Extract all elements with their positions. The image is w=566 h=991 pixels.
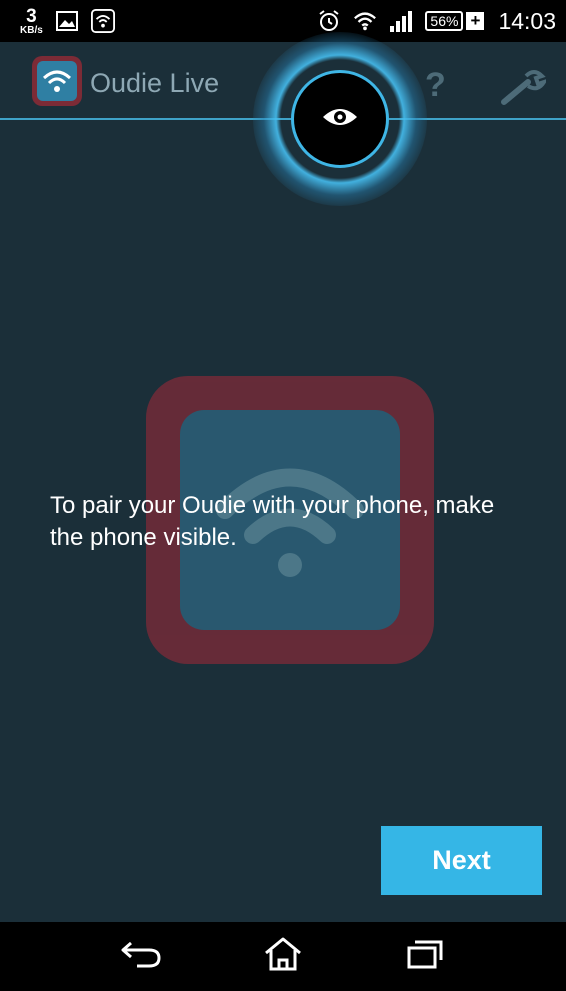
app-title: Oudie Live <box>90 68 220 98</box>
wifi-hotspot-icon <box>90 9 115 33</box>
status-bar-right: 56% + 14:03 <box>317 8 556 35</box>
help-icon[interactable]: ? <box>425 66 446 105</box>
status-bar: 3 KB/s 56% + 14:03 <box>0 0 566 42</box>
image-icon <box>55 9 79 33</box>
wrench-icon[interactable] <box>500 70 549 111</box>
navigation-bar <box>0 922 566 991</box>
action-bar: Oudie Live ? <box>0 32 566 206</box>
network-speed-value: 3 <box>26 5 37 27</box>
signal-icon <box>389 9 413 33</box>
battery-percent: 56% <box>425 11 464 31</box>
pairing-instruction: To pair your Oudie with your phone, make… <box>50 492 495 551</box>
back-icon <box>119 939 163 974</box>
home-icon <box>263 936 303 977</box>
battery-icon: 56% + <box>425 10 485 32</box>
status-bar-left: 3 KB/s <box>20 7 115 36</box>
visibility-button[interactable] <box>291 70 389 168</box>
app-logo-icon[interactable] <box>32 56 82 106</box>
back-button[interactable] <box>111 932 171 982</box>
recent-apps-button[interactable] <box>395 932 455 982</box>
clock-time: 14:03 <box>498 7 556 34</box>
alarm-icon <box>317 9 341 33</box>
eye-icon <box>321 105 359 134</box>
next-button[interactable]: Next <box>381 826 542 895</box>
wifi-icon <box>353 9 377 33</box>
battery-charging-plus: + <box>466 12 485 30</box>
network-speed-unit: KB/s <box>20 24 43 36</box>
recent-apps-icon <box>406 939 444 974</box>
network-speed: 3 KB/s <box>20 7 43 36</box>
home-button[interactable] <box>253 932 313 982</box>
